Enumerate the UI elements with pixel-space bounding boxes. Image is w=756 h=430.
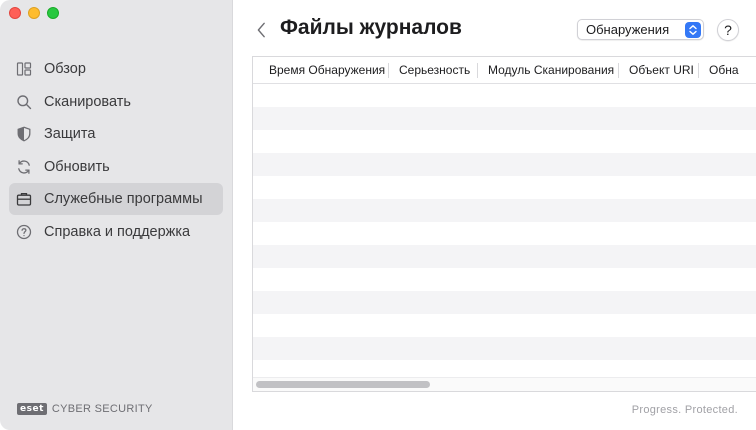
table-row [253, 153, 756, 176]
brand-text: CYBER SECURITY [51, 403, 153, 415]
window-controls [9, 7, 59, 19]
horizontal-scrollbar[interactable] [253, 377, 756, 391]
column-header-severity[interactable]: Серьезность [389, 57, 478, 83]
table-row [253, 291, 756, 314]
brand: eset CYBER SECURITY [17, 403, 153, 415]
refresh-icon [16, 159, 32, 175]
sidebar-item-scan[interactable]: Сканировать [9, 86, 223, 118]
table-row [253, 337, 756, 360]
table-row [253, 268, 756, 291]
select-value: Обнаружения [586, 22, 670, 37]
chevron-left-icon [257, 22, 265, 38]
log-table: Время Обнаружения Серьезность Модуль Ска… [252, 56, 756, 392]
dashboard-icon [16, 61, 32, 77]
column-header-object-uri[interactable]: Объект URI [619, 57, 699, 83]
briefcase-icon [16, 191, 32, 207]
sidebar-item-update[interactable]: Обновить [9, 151, 223, 183]
sidebar-nav: Обзор Сканировать Защита Обновить Служеб… [9, 53, 223, 248]
app-window: Обзор Сканировать Защита Обновить Служеб… [0, 0, 756, 430]
search-icon [16, 94, 32, 110]
column-header-detection-time[interactable]: Время Обнаружения [253, 57, 389, 83]
sidebar-item-label: Обновить [44, 158, 110, 175]
sidebar-item-help[interactable]: Справка и поддержка [9, 216, 223, 248]
eset-logo: eset [17, 403, 47, 415]
table-row [253, 84, 756, 107]
sidebar-item-label: Защита [44, 126, 96, 142]
sidebar-item-label: Сканировать [44, 93, 131, 110]
back-button[interactable] [254, 19, 268, 41]
zoom-window-button[interactable] [47, 7, 59, 19]
table-row [253, 107, 756, 130]
sidebar-item-label: Служебные программы [44, 191, 203, 207]
column-header-scanner-module[interactable]: Модуль Сканирования [478, 57, 619, 83]
sidebar-item-label: Справка и поддержка [44, 223, 191, 240]
tagline: Progress. Protected. [631, 404, 738, 416]
scrollbar-thumb[interactable] [256, 381, 430, 388]
help-circle-icon [16, 224, 32, 240]
sidebar: Обзор Сканировать Защита Обновить Служеб… [0, 0, 233, 430]
table-row [253, 130, 756, 153]
column-header-detection[interactable]: Обна [699, 57, 756, 83]
table-row [253, 245, 756, 268]
sidebar-item-label: Обзор [44, 61, 86, 77]
table-row [253, 314, 756, 337]
sidebar-item-overview[interactable]: Обзор [9, 53, 223, 85]
table-row [253, 199, 756, 222]
minimize-window-button[interactable] [28, 7, 40, 19]
table-body [253, 84, 756, 380]
page-title: Файлы журналов [280, 16, 462, 39]
sidebar-item-tools[interactable]: Служебные программы [9, 183, 223, 215]
sidebar-item-protection[interactable]: Защита [9, 118, 223, 150]
shield-icon [16, 126, 32, 142]
main-content: Файлы журналов Обнаружения ? Время Обнар… [234, 0, 756, 430]
close-window-button[interactable] [9, 7, 21, 19]
table-header: Время Обнаружения Серьезность Модуль Ска… [253, 57, 756, 84]
table-row [253, 176, 756, 199]
help-button[interactable]: ? [717, 19, 739, 41]
log-type-select[interactable]: Обнаружения [577, 19, 704, 40]
updown-chevron-icon [685, 21, 701, 38]
table-row [253, 222, 756, 245]
